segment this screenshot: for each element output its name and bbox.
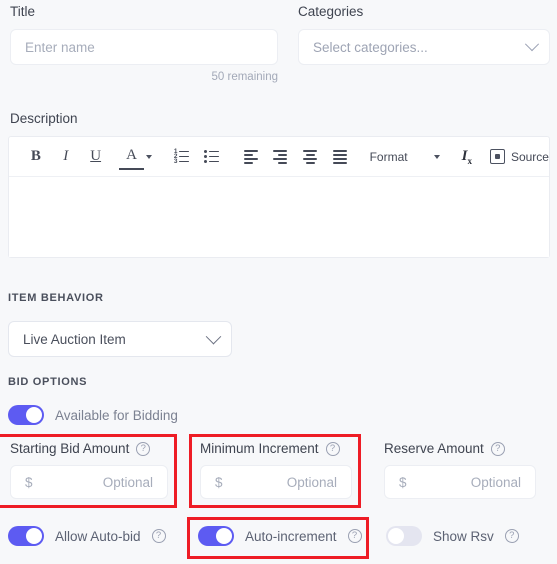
chevron-down-icon bbox=[524, 37, 540, 52]
categories-field-group: Categories Select categories... bbox=[298, 4, 550, 65]
bulleted-list-icon bbox=[203, 150, 219, 163]
categories-select[interactable]: Select categories... bbox=[298, 29, 550, 65]
help-icon[interactable]: ? bbox=[347, 529, 362, 543]
align-right-button[interactable] bbox=[268, 144, 294, 170]
show-reserve-toggle[interactable] bbox=[386, 526, 422, 546]
reserve-amount-placeholder: Optional bbox=[470, 474, 521, 490]
auto-increment-label: Auto-increment bbox=[245, 528, 337, 544]
starting-bid-amount-input[interactable]: $ Optional bbox=[10, 465, 168, 499]
categories-label: Categories bbox=[298, 4, 364, 19]
auto-increment-row[interactable]: Auto-increment ? bbox=[198, 526, 362, 546]
align-left-icon bbox=[243, 150, 259, 164]
help-icon[interactable]: ? bbox=[136, 441, 151, 456]
align-center-icon bbox=[303, 150, 318, 164]
auto-increment-toggle[interactable] bbox=[198, 526, 234, 546]
title-field-group: Title Enter name 50 remaining bbox=[10, 4, 278, 83]
allow-auto-bid-toggle[interactable] bbox=[8, 526, 44, 546]
remove-format-button[interactable]: Ix bbox=[462, 148, 472, 166]
reserve-amount-label: Reserve Amount bbox=[384, 441, 484, 456]
format-dropdown-label[interactable]: Format bbox=[370, 150, 408, 164]
item-form-page: Title Enter name 50 remaining Categories… bbox=[0, 0, 557, 564]
align-justify-button[interactable] bbox=[328, 144, 354, 170]
item-behavior-section-label: ITEM BEHAVIOR bbox=[8, 292, 104, 304]
categories-select-placeholder: Select categories... bbox=[313, 39, 428, 55]
reserve-amount-group: Reserve Amount ? $ Optional bbox=[384, 441, 536, 499]
source-button[interactable]: Source bbox=[489, 149, 549, 164]
description-textarea[interactable] bbox=[9, 177, 549, 257]
available-for-bidding-row[interactable]: Available for Bidding bbox=[8, 405, 178, 425]
allow-auto-bid-label: Allow Auto-bid bbox=[55, 528, 141, 544]
minimum-increment-label: Minimum Increment bbox=[200, 441, 319, 456]
align-left-button[interactable] bbox=[238, 144, 264, 170]
show-reserve-label: Show Rsv bbox=[433, 528, 494, 544]
currency-symbol: $ bbox=[215, 474, 223, 490]
numbered-list-button[interactable]: 1 2 3 bbox=[168, 144, 194, 170]
bold-button[interactable]: B bbox=[23, 144, 49, 170]
item-behavior-selected-value: Live Auction Item bbox=[23, 331, 126, 347]
show-reserve-row[interactable]: Show Rsv ? bbox=[386, 526, 519, 546]
bid-options-section-label: BID OPTIONS bbox=[8, 376, 88, 388]
starting-bid-amount-label: Starting Bid Amount bbox=[10, 441, 130, 456]
underline-button[interactable]: U bbox=[83, 144, 109, 170]
minimum-increment-input[interactable]: $ Optional bbox=[200, 465, 352, 499]
item-behavior-select[interactable]: Live Auction Item bbox=[8, 321, 232, 357]
chevron-down-icon bbox=[205, 328, 222, 344]
numbered-list-icon: 1 2 3 bbox=[174, 148, 189, 165]
title-remaining-counter: 50 remaining bbox=[211, 71, 278, 83]
format-caret-icon[interactable] bbox=[433, 154, 440, 159]
text-color-caret-icon[interactable] bbox=[146, 154, 153, 159]
help-icon[interactable]: ? bbox=[325, 441, 340, 456]
allow-auto-bid-row[interactable]: Allow Auto-bid ? bbox=[8, 526, 166, 546]
description-label: Description bbox=[10, 111, 78, 126]
source-label: Source bbox=[510, 149, 549, 164]
align-right-icon bbox=[273, 150, 288, 164]
available-for-bidding-label: Available for Bidding bbox=[55, 407, 178, 423]
align-justify-icon bbox=[333, 150, 348, 164]
bulleted-list-button[interactable] bbox=[198, 144, 224, 170]
minimum-increment-group: Minimum Increment ? $ Optional bbox=[200, 441, 352, 499]
help-icon[interactable]: ? bbox=[490, 441, 505, 456]
editor-toolbar: B I U A 1 2 3 Format Ix Source bbox=[9, 137, 549, 177]
text-color-button[interactable]: A bbox=[118, 144, 145, 170]
title-input[interactable]: Enter name bbox=[10, 29, 278, 65]
italic-button[interactable]: I bbox=[53, 144, 79, 170]
currency-symbol: $ bbox=[25, 474, 33, 490]
source-icon bbox=[489, 149, 505, 164]
remove-format-sub: x bbox=[467, 155, 472, 166]
starting-bid-amount-group: Starting Bid Amount ? $ Optional bbox=[10, 441, 168, 499]
description-editor: B I U A 1 2 3 Format Ix Source bbox=[8, 136, 550, 258]
help-icon[interactable]: ? bbox=[151, 529, 166, 543]
currency-symbol: $ bbox=[399, 474, 407, 490]
title-label: Title bbox=[10, 4, 36, 19]
align-center-button[interactable] bbox=[298, 144, 324, 170]
minimum-increment-placeholder: Optional bbox=[286, 474, 337, 490]
reserve-amount-input[interactable]: $ Optional bbox=[384, 465, 536, 499]
available-for-bidding-toggle[interactable] bbox=[8, 405, 44, 425]
help-icon[interactable]: ? bbox=[504, 529, 519, 543]
title-input-placeholder: Enter name bbox=[25, 39, 95, 55]
starting-bid-amount-placeholder: Optional bbox=[102, 474, 153, 490]
